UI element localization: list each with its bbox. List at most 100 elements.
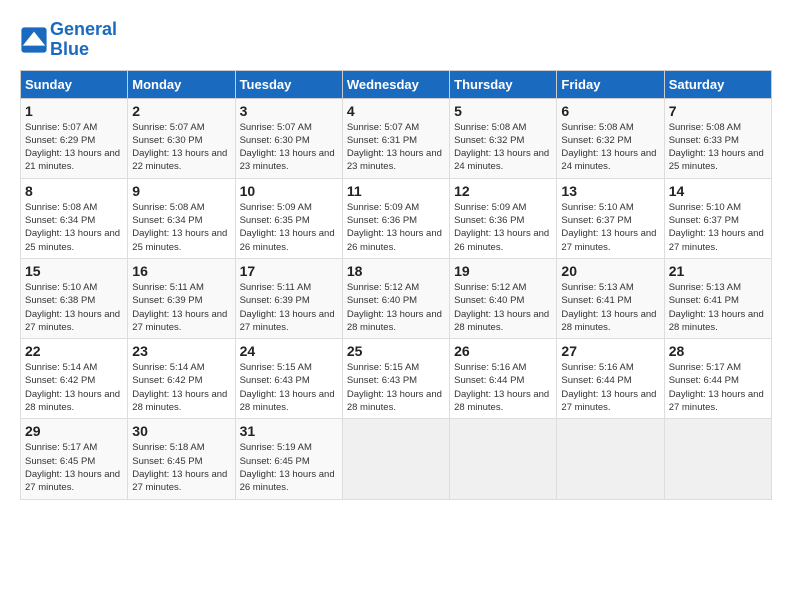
- day-number: 11: [347, 183, 445, 199]
- day-info: Sunrise: 5:16 AMSunset: 6:44 PMDaylight:…: [561, 361, 659, 414]
- day-number: 30: [132, 423, 230, 439]
- day-number: 13: [561, 183, 659, 199]
- day-info: Sunrise: 5:14 AMSunset: 6:42 PMDaylight:…: [132, 361, 230, 414]
- calendar-cell: 29Sunrise: 5:17 AMSunset: 6:45 PMDayligh…: [21, 419, 128, 499]
- calendar-cell: 17 Sunrise: 5:11 AMSunset: 6:39 PMDayligh…: [235, 258, 342, 338]
- day-header-friday: Friday: [557, 70, 664, 98]
- day-number: 18: [347, 263, 445, 279]
- day-number: 31: [240, 423, 338, 439]
- calendar-cell: 28Sunrise: 5:17 AMSunset: 6:44 PMDayligh…: [664, 339, 771, 419]
- calendar-week-4: 22 Sunrise: 5:14 AMSunset: 6:42 PMDayligh…: [21, 339, 772, 419]
- day-info: Sunrise: 5:07 AMSunset: 6:30 PMDaylight:…: [132, 121, 230, 174]
- calendar-cell: 20 Sunrise: 5:13 AMSunset: 6:41 PMDayligh…: [557, 258, 664, 338]
- day-number: 26: [454, 343, 552, 359]
- calendar-cell: 14 Sunrise: 5:10 AMSunset: 6:37 PMDayligh…: [664, 178, 771, 258]
- day-info: Sunrise: 5:11 AMSunset: 6:39 PMDaylight:…: [240, 281, 338, 334]
- day-header-monday: Monday: [128, 70, 235, 98]
- day-number: 20: [561, 263, 659, 279]
- calendar-cell: 10 Sunrise: 5:09 AMSunset: 6:35 PMDayligh…: [235, 178, 342, 258]
- day-number: 28: [669, 343, 767, 359]
- day-info: Sunrise: 5:16 AMSunset: 6:44 PMDaylight:…: [454, 361, 552, 414]
- calendar-cell: 12 Sunrise: 5:09 AMSunset: 6:36 PMDayligh…: [450, 178, 557, 258]
- day-number: 12: [454, 183, 552, 199]
- calendar-cell: 15Sunrise: 5:10 AMSunset: 6:38 PMDayligh…: [21, 258, 128, 338]
- day-number: 14: [669, 183, 767, 199]
- general-blue-icon: [20, 26, 48, 54]
- day-header-wednesday: Wednesday: [342, 70, 449, 98]
- day-number: 27: [561, 343, 659, 359]
- day-number: 19: [454, 263, 552, 279]
- day-number: 2: [132, 103, 230, 119]
- day-header-tuesday: Tuesday: [235, 70, 342, 98]
- calendar-cell: 30Sunrise: 5:18 AMSunset: 6:45 PMDayligh…: [128, 419, 235, 499]
- day-number: 24: [240, 343, 338, 359]
- calendar-cell: [450, 419, 557, 499]
- day-number: 3: [240, 103, 338, 119]
- day-info: Sunrise: 5:13 AMSunset: 6:41 PMDaylight:…: [561, 281, 659, 334]
- calendar-cell: 13 Sunrise: 5:10 AMSunset: 6:37 PMDayligh…: [557, 178, 664, 258]
- day-number: 7: [669, 103, 767, 119]
- day-info: Sunrise: 5:10 AMSunset: 6:37 PMDaylight:…: [669, 201, 767, 254]
- calendar-week-1: 1Sunrise: 5:07 AMSunset: 6:29 PMDaylight…: [21, 98, 772, 178]
- calendar-cell: 9 Sunrise: 5:08 AMSunset: 6:34 PMDaylight…: [128, 178, 235, 258]
- calendar-cell: 4Sunrise: 5:07 AMSunset: 6:31 PMDaylight…: [342, 98, 449, 178]
- calendar-week-3: 15Sunrise: 5:10 AMSunset: 6:38 PMDayligh…: [21, 258, 772, 338]
- day-info: Sunrise: 5:12 AMSunset: 6:40 PMDaylight:…: [347, 281, 445, 334]
- day-header-saturday: Saturday: [664, 70, 771, 98]
- day-number: 5: [454, 103, 552, 119]
- calendar-cell: [664, 419, 771, 499]
- day-info: Sunrise: 5:15 AMSunset: 6:43 PMDaylight:…: [240, 361, 338, 414]
- day-info: Sunrise: 5:15 AMSunset: 6:43 PMDaylight:…: [347, 361, 445, 414]
- calendar-cell: 26 Sunrise: 5:16 AMSunset: 6:44 PMDayligh…: [450, 339, 557, 419]
- day-number: 8: [25, 183, 123, 199]
- calendar-cell: [342, 419, 449, 499]
- day-info: Sunrise: 5:19 AMSunset: 6:45 PMDaylight:…: [240, 441, 338, 494]
- day-info: Sunrise: 5:13 AMSunset: 6:41 PMDaylight:…: [669, 281, 767, 334]
- calendar-cell: 11 Sunrise: 5:09 AMSunset: 6:36 PMDayligh…: [342, 178, 449, 258]
- day-info: Sunrise: 5:14 AMSunset: 6:42 PMDaylight:…: [25, 361, 123, 414]
- calendar-cell: 2 Sunrise: 5:07 AMSunset: 6:30 PMDaylight…: [128, 98, 235, 178]
- day-info: Sunrise: 5:09 AMSunset: 6:36 PMDaylight:…: [454, 201, 552, 254]
- calendar-header-row: SundayMondayTuesdayWednesdayThursdayFrid…: [21, 70, 772, 98]
- day-info: Sunrise: 5:12 AMSunset: 6:40 PMDaylight:…: [454, 281, 552, 334]
- calendar-cell: 16 Sunrise: 5:11 AMSunset: 6:39 PMDayligh…: [128, 258, 235, 338]
- day-number: 4: [347, 103, 445, 119]
- day-number: 15: [25, 263, 123, 279]
- day-number: 6: [561, 103, 659, 119]
- calendar-cell: 22 Sunrise: 5:14 AMSunset: 6:42 PMDayligh…: [21, 339, 128, 419]
- calendar-cell: 6Sunrise: 5:08 AMSunset: 6:32 PMDaylight…: [557, 98, 664, 178]
- day-number: 29: [25, 423, 123, 439]
- day-number: 10: [240, 183, 338, 199]
- day-number: 23: [132, 343, 230, 359]
- calendar-cell: 7 Sunrise: 5:08 AMSunset: 6:33 PMDaylight…: [664, 98, 771, 178]
- day-info: Sunrise: 5:07 AMSunset: 6:30 PMDaylight:…: [240, 121, 338, 174]
- calendar-cell: 19 Sunrise: 5:12 AMSunset: 6:40 PMDayligh…: [450, 258, 557, 338]
- calendar-table: SundayMondayTuesdayWednesdayThursdayFrid…: [20, 70, 772, 500]
- day-header-thursday: Thursday: [450, 70, 557, 98]
- calendar-cell: 31 Sunrise: 5:19 AMSunset: 6:45 PMDayligh…: [235, 419, 342, 499]
- day-header-sunday: Sunday: [21, 70, 128, 98]
- day-info: Sunrise: 5:10 AMSunset: 6:37 PMDaylight:…: [561, 201, 659, 254]
- calendar-cell: 18 Sunrise: 5:12 AMSunset: 6:40 PMDayligh…: [342, 258, 449, 338]
- day-info: Sunrise: 5:11 AMSunset: 6:39 PMDaylight:…: [132, 281, 230, 334]
- day-info: Sunrise: 5:09 AMSunset: 6:36 PMDaylight:…: [347, 201, 445, 254]
- day-number: 9: [132, 183, 230, 199]
- calendar-cell: 1Sunrise: 5:07 AMSunset: 6:29 PMDaylight…: [21, 98, 128, 178]
- calendar-cell: 23 Sunrise: 5:14 AMSunset: 6:42 PMDayligh…: [128, 339, 235, 419]
- calendar-week-5: 29Sunrise: 5:17 AMSunset: 6:45 PMDayligh…: [21, 419, 772, 499]
- day-info: Sunrise: 5:09 AMSunset: 6:35 PMDaylight:…: [240, 201, 338, 254]
- day-number: 17: [240, 263, 338, 279]
- day-number: 16: [132, 263, 230, 279]
- day-info: Sunrise: 5:08 AMSunset: 6:34 PMDaylight:…: [132, 201, 230, 254]
- day-number: 25: [347, 343, 445, 359]
- day-number: 22: [25, 343, 123, 359]
- calendar-cell: [557, 419, 664, 499]
- calendar-cell: 3 Sunrise: 5:07 AMSunset: 6:30 PMDaylight…: [235, 98, 342, 178]
- day-info: Sunrise: 5:08 AMSunset: 6:32 PMDaylight:…: [454, 121, 552, 174]
- calendar-week-2: 8 Sunrise: 5:08 AMSunset: 6:34 PMDaylight…: [21, 178, 772, 258]
- day-info: Sunrise: 5:08 AMSunset: 6:33 PMDaylight:…: [669, 121, 767, 174]
- day-number: 21: [669, 263, 767, 279]
- day-number: 1: [25, 103, 123, 119]
- calendar-cell: 21 Sunrise: 5:13 AMSunset: 6:41 PMDayligh…: [664, 258, 771, 338]
- calendar-cell: 8Sunrise: 5:08 AMSunset: 6:34 PMDaylight…: [21, 178, 128, 258]
